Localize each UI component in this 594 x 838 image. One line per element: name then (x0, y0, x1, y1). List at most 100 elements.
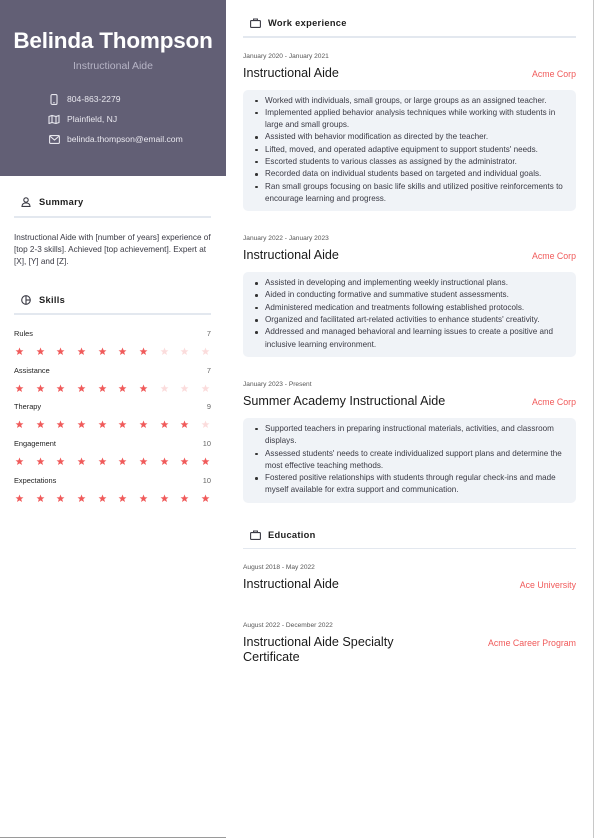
entry-bullet: Aided in conducting formative and summat… (253, 289, 566, 301)
entry-organization: Acme Career Program (488, 638, 576, 649)
entry-date: January 2022 - January 2023 (243, 235, 329, 243)
skill-rating (14, 343, 211, 355)
entry-bullet: Administered medication and treatments f… (253, 302, 566, 314)
star-filled-icon (36, 380, 45, 392)
education-section: Education August 2018 - May 2022 Instruc… (243, 529, 576, 666)
star-filled-icon (15, 380, 24, 392)
education-heading: Education (243, 529, 576, 541)
summary-heading-text: Summary (39, 197, 84, 207)
summary-heading: Summary (14, 196, 212, 208)
skill-item: Rules 7 (14, 329, 211, 366)
profile-role: Instructional Aide (73, 60, 153, 72)
skill-item: Engagement 10 (14, 439, 211, 476)
star-filled-icon (56, 453, 65, 465)
skill-item: Expectations 10 (14, 476, 211, 513)
skill-name: Therapy (14, 402, 42, 412)
summary-text: Instructional Aide with [number of years… (14, 232, 211, 267)
star-filled-icon (36, 343, 45, 355)
map-icon (48, 113, 60, 125)
star-filled-icon (98, 380, 107, 392)
skill-level: 7 (206, 365, 211, 375)
main-content: Work experience January 2020 - January 2… (243, 0, 576, 665)
contact-location-text: Plainfield, NJ (67, 114, 118, 124)
star-filled-icon (139, 490, 148, 502)
star-filled-icon (77, 453, 86, 465)
star-empty-icon (160, 380, 169, 392)
entry-bullet: Worked with individuals, small groups, o… (253, 95, 566, 107)
work-entry: January 2020 - January 2021 Instructiona… (243, 53, 576, 212)
skill-rating (14, 416, 211, 429)
star-filled-icon (180, 490, 189, 502)
entry-bullet: Escorted students to various classes as … (253, 156, 566, 168)
star-filled-icon (118, 380, 127, 392)
entry-bullet: Supported teachers in preparing instruct… (253, 423, 566, 448)
skill-name: Expectations (14, 475, 57, 485)
entry-bullet: Implemented applied behavior analysis te… (253, 107, 566, 132)
work-entry: January 2022 - January 2023 Instructiona… (243, 235, 576, 357)
entry-bullet: Organized and facilitated art-related ac… (253, 314, 566, 326)
star-filled-icon (56, 343, 65, 355)
contact-email-text[interactable]: belinda.thompson@email.com (67, 134, 183, 144)
entry-date: August 2022 - December 2022 (243, 622, 333, 630)
contact-phone-text: 804-863-2279 (67, 94, 121, 104)
skill-name: Engagement (14, 438, 56, 448)
star-filled-icon (201, 490, 210, 502)
star-filled-icon (77, 490, 86, 502)
user-icon (20, 196, 32, 208)
entry-title: Instructional Aide Specialty Certificate (243, 635, 394, 665)
skill-rating (14, 453, 211, 465)
star-empty-icon (201, 416, 210, 429)
contact-location: Plainfield, NJ (48, 109, 226, 129)
star-filled-icon (77, 416, 86, 429)
skill-level: 10 (202, 475, 211, 485)
star-filled-icon (180, 453, 189, 465)
star-filled-icon (15, 343, 24, 355)
star-empty-icon (180, 343, 189, 355)
star-empty-icon (201, 343, 210, 355)
work-experience-heading-text: Work experience (268, 18, 347, 28)
entry-bullet: Addressed and managed behavioral and lea… (253, 326, 566, 351)
star-filled-icon (180, 416, 189, 429)
star-filled-icon (201, 453, 210, 465)
pie-chart-icon (20, 294, 32, 306)
entry-details: Assisted in developing and implementing … (243, 272, 576, 357)
entry-bullet: Fostered positive relationships with stu… (253, 472, 566, 497)
star-filled-icon (98, 416, 107, 429)
entry-bullets: Worked with individuals, small groups, o… (253, 95, 566, 206)
star-filled-icon (36, 490, 45, 502)
star-filled-icon (160, 453, 169, 465)
skills-heading: Skills (14, 294, 212, 306)
entry-title: Instructional Aide (243, 248, 339, 263)
skill-name: Assistance (14, 365, 50, 375)
work-experience-divider (243, 36, 576, 38)
skill-level: 7 (206, 328, 211, 338)
entry-bullet: Recorded data on individual students bas… (253, 168, 566, 180)
sidebar: Belinda Thompson Instructional Aide 804-… (0, 0, 226, 838)
contact-list: 804-863-2279 Plainfield, NJ belinda.thom… (0, 89, 226, 149)
star-filled-icon (56, 380, 65, 392)
skill-rating (14, 490, 211, 502)
summary-divider (14, 216, 211, 218)
entry-title: Instructional Aide (243, 577, 339, 592)
star-filled-icon (139, 416, 148, 429)
skill-item: Assistance 7 (14, 366, 211, 403)
work-entry: January 2023 - Present Summer Academy In… (243, 381, 576, 503)
contact-email[interactable]: belinda.thompson@email.com (48, 129, 226, 149)
star-filled-icon (139, 380, 148, 392)
skill-rating (14, 380, 211, 392)
education-divider (243, 547, 576, 550)
star-filled-icon (160, 416, 169, 429)
star-filled-icon (118, 416, 127, 429)
star-filled-icon (118, 453, 127, 465)
skill-level: 9 (206, 402, 211, 412)
education-entry: August 2018 - May 2022 Instructional Aid… (243, 564, 576, 592)
education-entry: August 2022 - December 2022 Instructiona… (243, 622, 576, 665)
entry-bullet: Assisted with behavior modification as d… (253, 131, 566, 143)
star-filled-icon (77, 380, 86, 392)
star-filled-icon (98, 453, 107, 465)
star-empty-icon (180, 380, 189, 392)
skill-level: 10 (202, 438, 211, 448)
work-experience-section: Work experience January 2020 - January 2… (243, 0, 576, 503)
skills-heading-text: Skills (39, 295, 66, 306)
star-filled-icon (15, 416, 24, 429)
